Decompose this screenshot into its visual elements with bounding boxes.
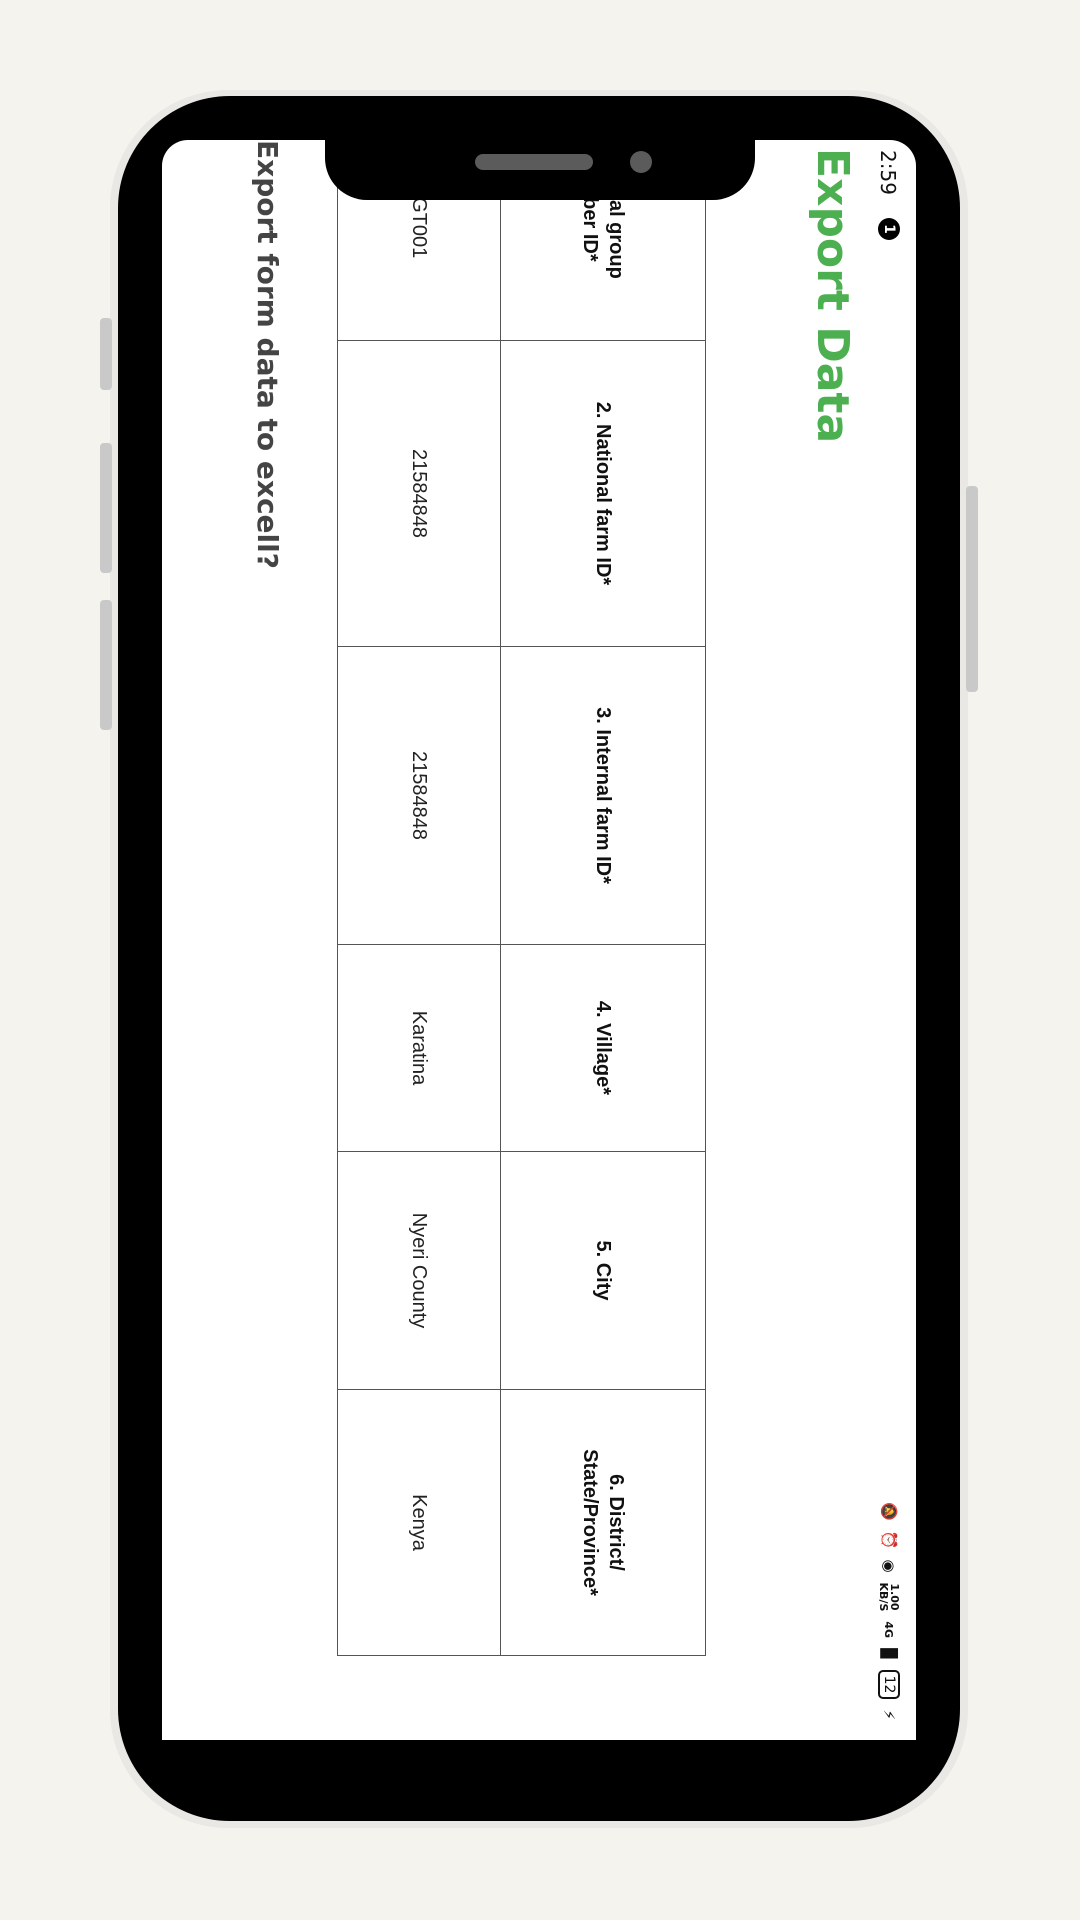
export-prompt: Export form data to excell? bbox=[251, 140, 284, 569]
network-type: 4G bbox=[882, 1621, 896, 1639]
status-time: 2:59 bbox=[876, 150, 900, 195]
table-header-row: ternal group mber ID* 2. National farm I… bbox=[500, 140, 706, 1656]
front-camera bbox=[630, 151, 652, 173]
net-speed-unit: KB/S bbox=[877, 1582, 890, 1612]
battery-indicator: 12 bbox=[878, 1669, 900, 1700]
net-speed: 1.00 KB/S bbox=[877, 1582, 901, 1612]
alarm-icon: ⏰ bbox=[880, 1530, 898, 1550]
phone-side-button bbox=[100, 443, 112, 573]
phone-side-button bbox=[100, 600, 112, 730]
screen-bottom-bezel bbox=[162, 1740, 916, 1788]
status-icons: 🔕 ⏰ ◉ 1.00 KB/S 4G ▉ 12 ⚡ bbox=[876, 1502, 902, 1720]
status-bar: 2:59 1 🔕 ⏰ ◉ 1.00 KB/S 4G ▉ 12 ⚡ bbox=[860, 140, 916, 1740]
location-icon: ◉ bbox=[880, 1559, 898, 1573]
table-cell: Karatina bbox=[337, 944, 501, 1152]
column-header: 6. District/ State/Province* bbox=[500, 1389, 706, 1656]
column-header: 4. Village* bbox=[500, 944, 706, 1152]
table-cell: 21584848 bbox=[337, 340, 501, 647]
table-cell: Nyeri County bbox=[337, 1151, 501, 1390]
phone-side-button bbox=[100, 318, 112, 390]
charging-icon: ⚡ bbox=[880, 1709, 898, 1720]
table-cell: 21584848 bbox=[337, 646, 501, 945]
column-header: 2. National farm ID* bbox=[500, 340, 706, 647]
column-header: 5. City bbox=[500, 1151, 706, 1390]
camera-notch bbox=[325, 140, 755, 200]
table-row: RGT001 21584848 21584848 Karatina Nyeri … bbox=[337, 140, 501, 1656]
signal-icon: ▉ bbox=[880, 1648, 898, 1660]
speaker-grille bbox=[475, 154, 593, 170]
table-cell: Kenya bbox=[337, 1389, 501, 1656]
column-header: 3. Internal farm ID* bbox=[500, 646, 706, 945]
export-data-table: ternal group mber ID* 2. National farm I… bbox=[337, 140, 706, 1656]
notification-badge: 1 bbox=[878, 218, 900, 240]
data-table-container[interactable]: ternal group mber ID* 2. National farm I… bbox=[337, 140, 706, 1660]
device-screen: 2:59 1 🔕 ⏰ ◉ 1.00 KB/S 4G ▉ 12 ⚡ Export … bbox=[162, 140, 916, 1740]
page-title: Export Data bbox=[807, 148, 858, 444]
phone-power-button bbox=[966, 486, 978, 692]
mute-icon: 🔕 bbox=[880, 1502, 898, 1521]
app-content: 2:59 1 🔕 ⏰ ◉ 1.00 KB/S 4G ▉ 12 ⚡ Export … bbox=[162, 140, 916, 1740]
